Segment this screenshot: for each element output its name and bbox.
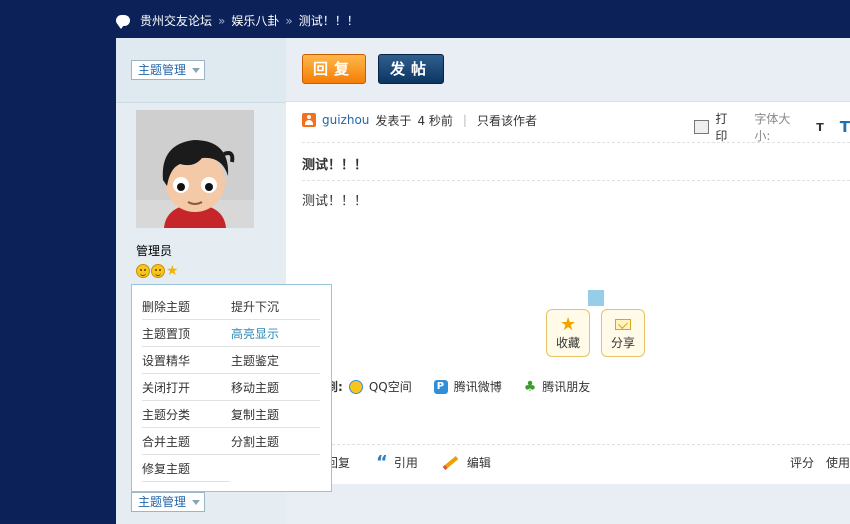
dropdown-label: 主题管理 (138, 63, 187, 77)
smiley-rank-icon (151, 264, 165, 278)
post-body: 测试！！！ (302, 194, 368, 209)
use-link[interactable]: 使用 (826, 454, 850, 471)
menu-item-copy-thread[interactable]: 复制主题 (231, 402, 279, 429)
avatar[interactable] (136, 110, 254, 228)
posted-prefix: 发表于 (375, 113, 412, 128)
menu-item-stick-thread[interactable]: 主题置顶 (142, 321, 190, 348)
star-rank-icon: ★ (166, 263, 179, 279)
dropdown-label: 主题管理 (138, 495, 187, 509)
breadcrumb-separator: » (218, 13, 226, 28)
menu-item-move-thread[interactable]: 移动主题 (231, 375, 279, 402)
post-actions-right: 评分 使用 (790, 454, 850, 471)
thread-manage-dropdown-top[interactable]: 主题管理 (131, 60, 206, 80)
menu-item-close-open[interactable]: 关闭打开 (142, 375, 190, 402)
divider (302, 142, 850, 143)
quote-icon[interactable]: “ (376, 453, 388, 471)
smiley-rank-icon (136, 264, 150, 278)
share-label: 分享 (610, 336, 635, 350)
posted-time: 4 秒前 (417, 113, 453, 128)
post-title: 测试！！！ (302, 158, 368, 173)
favorite-button[interactable]: ★ 收藏 (546, 309, 590, 357)
post-tools: 打印 字体大小: T T (694, 110, 850, 144)
menu-item-thread-identify[interactable]: 主题鉴定 (231, 348, 279, 375)
share-button[interactable]: 分享 (601, 309, 645, 357)
menu-item-bump-sink[interactable]: 提升下沉 (231, 294, 279, 321)
tencent-weibo-icon[interactable] (433, 379, 448, 394)
edit-link[interactable]: 编辑 (467, 454, 491, 471)
top-navigation-bar: 贵州交友论坛 » 娱乐八卦 » 测试！！！ (0, 0, 850, 38)
menu-item-delete-thread[interactable]: 删除主题 (142, 294, 190, 321)
author-link[interactable]: guizhou (322, 113, 369, 127)
user-rank-icons: ★ (136, 264, 179, 278)
menu-item-categorize[interactable]: 主题分类 (142, 402, 190, 429)
menu-item-highlight[interactable]: 高亮显示 (231, 321, 279, 348)
user-role-label: 管理员 (136, 244, 173, 258)
post-content-area: 回复 发帖 guizhou 发表于 4 秒前 | 只看该作者 打印 字体大小: … (286, 38, 850, 524)
post-actions-bar: 回复 “ 引用 编辑 (326, 453, 850, 471)
menu-item-repair-thread[interactable]: 修复主题 (142, 456, 190, 483)
font-size-small-button[interactable]: T (816, 121, 824, 134)
breadcrumb-board-link[interactable]: 娱乐八卦 (231, 12, 279, 29)
qzone-icon[interactable] (348, 379, 363, 394)
envelope-icon (615, 319, 631, 330)
only-author-link[interactable]: 只看该作者 (477, 112, 537, 129)
square-marker-icon (588, 290, 604, 306)
new-post-button[interactable]: 发帖 (378, 54, 444, 84)
thread-manage-menu: 删除主题 提升下沉 主题置顶 高亮显示 设置精华 主题鉴定 关闭打开 移动主题 … (131, 284, 332, 492)
reply-button[interactable]: 回复 (302, 54, 366, 84)
thread-manage-dropdown-bottom[interactable]: 主题管理 (131, 492, 206, 512)
chat-bubble-icon (116, 15, 130, 29)
chevron-down-icon (192, 67, 201, 73)
qzone-link[interactable]: QQ空间 (369, 378, 412, 395)
divider (302, 180, 850, 181)
menu-item-split-thread[interactable]: 分割主题 (231, 429, 279, 456)
menu-item-merge-thread[interactable]: 合并主题 (142, 429, 190, 456)
pencil-icon[interactable] (442, 455, 459, 470)
quote-link[interactable]: 引用 (394, 454, 418, 471)
divider (302, 444, 850, 445)
user-icon (302, 113, 316, 127)
print-link[interactable]: 打印 (715, 110, 738, 144)
breadcrumb-thread-title[interactable]: 测试！！！ (299, 12, 359, 29)
chevron-down-icon (192, 499, 201, 505)
cartoon-avatar-icon (136, 110, 254, 228)
footer-strip (286, 484, 850, 524)
font-size-label: 字体大小: (754, 112, 791, 143)
favorite-label: 收藏 (555, 336, 580, 350)
tencent-pengyou-link[interactable]: 腾讯朋友 (542, 378, 590, 395)
tencent-weibo-link[interactable]: 腾讯微博 (454, 378, 502, 395)
clover-icon[interactable]: ♣ (524, 380, 537, 394)
breadcrumb-separator: » (285, 13, 293, 28)
divider: | (462, 113, 467, 127)
breadcrumb-forum-link[interactable]: 贵州交友论坛 (140, 12, 212, 29)
star-icon: ★ (560, 314, 577, 335)
menu-item-set-digest[interactable]: 设置精华 (142, 348, 190, 375)
rate-link[interactable]: 评分 (790, 454, 814, 471)
printer-icon[interactable] (694, 120, 710, 134)
share-links: 到: QQ空间 腾讯微博 ♣ 腾讯朋友 (326, 378, 590, 395)
breadcrumb: 贵州交友论坛 » 娱乐八卦 » 测试！！！ (116, 12, 359, 29)
post-button-bar: 回复 发帖 (286, 38, 850, 102)
font-size-large-button[interactable]: T (840, 118, 850, 136)
